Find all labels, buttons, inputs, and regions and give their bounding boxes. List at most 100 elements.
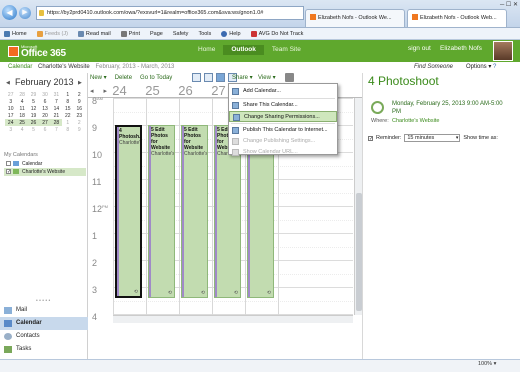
mini-cal-prev[interactable]: ◀: [6, 80, 10, 86]
address-bar[interactable]: https://by2prd0410.outlook.com/owa/?exsv…: [36, 6, 304, 20]
mini-cal-day[interactable]: 29: [28, 91, 39, 98]
help-button[interactable]: ?: [493, 64, 496, 70]
menu-add-calendar[interactable]: Add Calendar...: [229, 86, 337, 97]
menu-share-calendar[interactable]: Share This Calendar...: [229, 100, 337, 111]
new-button[interactable]: New ▾: [90, 73, 107, 83]
week-view-icon[interactable]: [216, 73, 225, 82]
back-button[interactable]: ◀: [2, 5, 17, 20]
goto-today-button[interactable]: Go to Today: [140, 73, 172, 83]
cmd-help[interactable]: Help: [221, 30, 241, 37]
mini-cal-day[interactable]: 1: [62, 91, 73, 98]
menu-publish-calendar[interactable]: Publish This Calendar to Internet...: [229, 125, 337, 136]
day-number[interactable]: 26: [169, 84, 202, 98]
mini-cal-day[interactable]: 2: [74, 119, 85, 126]
day-number[interactable]: 25: [136, 84, 169, 98]
browser-tab-1[interactable]: Elizabeth Nofs - Outlook We...: [305, 9, 405, 27]
mini-cal-day[interactable]: 2: [74, 91, 85, 98]
checkbox-checked[interactable]: ✓: [6, 169, 11, 175]
mini-cal-day[interactable]: 11: [16, 105, 27, 112]
nav-team-site[interactable]: Team Site: [264, 45, 309, 55]
cmd-safety[interactable]: Safety: [173, 31, 189, 37]
cmd-home[interactable]: Home: [4, 30, 27, 37]
cmd-avg[interactable]: AVG Do Not Track: [250, 30, 303, 37]
mini-cal-day[interactable]: 14: [51, 105, 62, 112]
app-calendar[interactable]: Calendar: [0, 317, 88, 330]
day-view-icon[interactable]: [192, 73, 201, 82]
app-mail[interactable]: Mail: [0, 304, 88, 317]
mini-cal-day[interactable]: 20: [39, 112, 50, 119]
mini-cal-day[interactable]: 9: [74, 98, 85, 105]
mini-cal-day[interactable]: 4: [16, 98, 27, 105]
mini-cal-day[interactable]: 23: [74, 112, 85, 119]
cmd-read-mail[interactable]: Read mail: [77, 30, 111, 37]
mini-cal-day[interactable]: 21: [51, 112, 62, 119]
mini-cal-day[interactable]: 9: [74, 126, 85, 133]
calendar-item-calendar[interactable]: Calendar: [4, 160, 86, 168]
work-week-view-icon[interactable]: [204, 73, 213, 82]
options-menu[interactable]: Options ▾ ?: [466, 62, 496, 73]
mini-cal-day[interactable]: 1: [62, 119, 73, 126]
sign-out-link[interactable]: sign out: [408, 45, 431, 52]
mini-cal-day[interactable]: 5: [28, 98, 39, 105]
nav-outlook[interactable]: Outlook: [223, 45, 264, 55]
window-controls[interactable]: ─ ☐ ✕: [500, 1, 518, 8]
mini-cal-day[interactable]: 5: [28, 126, 39, 133]
mini-cal-day[interactable]: 3: [5, 98, 16, 105]
mini-cal-day[interactable]: 26: [27, 119, 40, 126]
checkbox[interactable]: [6, 161, 11, 166]
forward-button[interactable]: ▶: [19, 7, 31, 19]
view-button[interactable]: View ▾: [258, 73, 276, 83]
nav-home[interactable]: Home: [190, 45, 223, 55]
mini-cal-day[interactable]: 8: [62, 126, 73, 133]
menu-change-sharing-permissions[interactable]: Change Sharing Permissions...: [229, 111, 337, 122]
cmd-tools[interactable]: Tools: [198, 31, 211, 37]
mini-cal-day[interactable]: 24: [5, 119, 17, 126]
office365-logo[interactable]: Microsoft Office 365: [8, 44, 88, 60]
avatar[interactable]: [493, 41, 513, 61]
mini-cal-day[interactable]: 28: [50, 119, 63, 126]
cmd-print[interactable]: Print: [120, 30, 140, 37]
mini-cal-day[interactable]: 19: [28, 112, 39, 119]
mini-cal-day[interactable]: 4: [16, 126, 27, 133]
mini-cal-day[interactable]: 3: [5, 126, 16, 133]
where-value[interactable]: Charlotte's Website: [392, 118, 439, 124]
browser-tab-2[interactable]: Elizabeth Nofs - Outlook Web...: [407, 9, 507, 27]
mini-cal-day[interactable]: 25: [16, 119, 28, 126]
mini-cal-day[interactable]: 17: [5, 112, 16, 119]
my-calendars-header[interactable]: My Calendars: [4, 152, 38, 158]
app-contacts[interactable]: Contacts: [0, 330, 88, 343]
mini-cal-day[interactable]: 30: [39, 91, 50, 98]
mini-cal-day[interactable]: 12: [28, 105, 39, 112]
calendar-item-charlottes-website[interactable]: ✓ Charlotte's Website: [4, 168, 86, 176]
vertical-scrollbar[interactable]: [354, 98, 362, 315]
mini-cal-day[interactable]: 22: [62, 112, 73, 119]
find-someone[interactable]: Find Someone: [414, 62, 453, 73]
mini-cal-day[interactable]: 27: [5, 91, 16, 98]
mini-cal-day[interactable]: 15: [62, 105, 73, 112]
app-tasks[interactable]: Tasks: [0, 343, 88, 356]
calendar-event[interactable]: 5 Edit Photos for WebsiteCharlotte's ⟲: [148, 125, 175, 298]
cmd-feeds[interactable]: Feeds (J): [36, 30, 68, 37]
mini-cal-day[interactable]: 7: [51, 126, 62, 133]
mini-cal-next[interactable]: ▶: [78, 80, 82, 86]
mini-cal-day[interactable]: 6: [39, 98, 50, 105]
mini-cal-day[interactable]: 8: [62, 98, 73, 105]
horizontal-scrollbar[interactable]: [113, 315, 353, 323]
calendar-event[interactable]: 4 Photosh... Charlotte's ⟲: [115, 125, 142, 298]
mini-cal-day[interactable]: 10: [5, 105, 16, 112]
breadcrumb-calendar[interactable]: Calendar: [8, 64, 32, 70]
reminder-select[interactable]: 15 minutes: [404, 134, 461, 142]
cmd-page[interactable]: Page: [150, 31, 163, 37]
mini-cal-day[interactable]: 18: [16, 112, 27, 119]
calendar-event[interactable]: 5 Edit Photos for WebsiteCharlotte's ⟲: [181, 125, 208, 298]
mini-cal-day[interactable]: 31: [51, 91, 62, 98]
share-button[interactable]: Share ▾: [232, 73, 253, 83]
delete-button[interactable]: Delete: [115, 73, 132, 83]
mini-cal-day[interactable]: 7: [51, 98, 62, 105]
reminder-checkbox[interactable]: ✓: [368, 135, 373, 141]
mini-cal-day[interactable]: 6: [39, 126, 50, 133]
zoom-level[interactable]: 100% ▾: [478, 361, 496, 367]
print-icon[interactable]: [285, 73, 294, 82]
mini-cal-day[interactable]: 13: [39, 105, 50, 112]
mini-cal-day[interactable]: 27: [39, 119, 51, 126]
